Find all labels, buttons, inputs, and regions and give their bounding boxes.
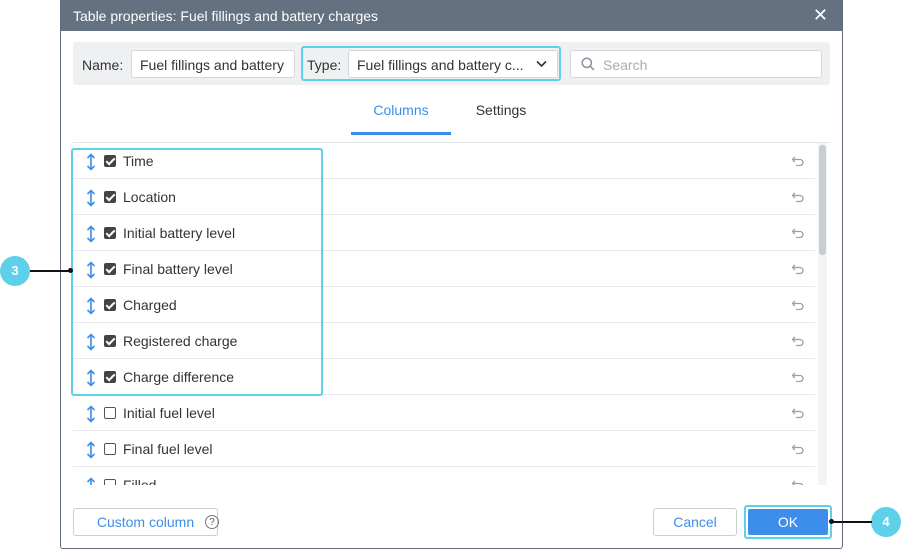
column-checkbox[interactable] [104,263,116,275]
name-label: Name: [82,57,124,73]
reset-icon[interactable] [791,155,805,167]
list-scrollbar[interactable] [818,143,827,485]
column-checkbox[interactable] [104,299,116,311]
reset-icon[interactable] [791,191,805,203]
drag-handle-icon[interactable] [86,261,96,279]
callout-3: 3 [0,256,30,286]
tab-columns[interactable]: Columns [351,92,451,135]
column-checkbox[interactable] [104,407,116,419]
table-properties-dialog: Table properties: Fuel fillings and batt… [60,0,843,549]
drag-handle-icon[interactable] [86,153,96,171]
tab-bar: Columns Settings [61,92,842,143]
column-row[interactable]: Initial fuel level [73,395,815,431]
column-row[interactable]: Registered charge [73,323,815,359]
callout-4: 4 [871,507,901,537]
column-label: Initial battery level [123,225,236,241]
column-checkbox[interactable] [104,479,116,485]
dialog-titlebar: Table properties: Fuel fillings and batt… [61,0,842,31]
cancel-button[interactable]: Cancel [653,508,737,536]
drag-handle-icon[interactable] [86,405,96,423]
column-label: Final battery level [123,261,233,277]
reset-icon[interactable] [791,263,805,275]
column-label: Charge difference [123,369,235,385]
column-label: Location [123,189,176,205]
tab-settings[interactable]: Settings [451,92,551,132]
column-checkbox[interactable] [104,443,116,455]
reset-icon[interactable] [791,407,805,419]
search-field[interactable] [570,50,822,78]
search-input[interactable] [601,55,815,75]
name-field[interactable]: Fuel fillings and battery [131,50,295,78]
column-row[interactable]: Final fuel level [73,431,815,467]
close-icon[interactable]: ✕ [813,6,828,24]
drag-handle-icon[interactable] [86,189,96,207]
reset-icon[interactable] [791,371,805,383]
column-label: Time [123,153,154,169]
column-checkbox[interactable] [104,155,116,167]
callout-4-dot [829,519,834,524]
column-label: Registered charge [123,333,238,349]
column-row[interactable]: Location [73,179,815,215]
column-row[interactable]: Charged [73,287,815,323]
drag-handle-icon[interactable] [86,477,96,485]
type-label: Type: [307,57,342,73]
column-row[interactable]: Time [73,143,815,179]
column-label: Final fuel level [123,441,213,457]
column-checkbox[interactable] [104,335,116,347]
callout-3-connector [30,270,70,272]
callout-3-dot [68,268,73,273]
columns-list: Time Location Initial battery level Final b… [73,143,815,485]
column-row[interactable]: Filled [73,467,815,485]
reset-icon[interactable] [791,335,805,347]
drag-handle-icon[interactable] [86,297,96,315]
column-label: Charged [123,297,177,313]
column-checkbox[interactable] [104,371,116,383]
ok-highlight: OK [744,505,832,539]
callout-4-connector [832,521,872,523]
ok-button[interactable]: OK [748,509,828,535]
type-select[interactable]: Fuel fillings and battery c... [348,50,558,78]
reset-icon[interactable] [791,227,805,239]
column-row[interactable]: Initial battery level [73,215,815,251]
drag-handle-icon[interactable] [86,225,96,243]
column-label: Initial fuel level [123,405,215,421]
properties-toolbar: Name: Fuel fillings and battery Type: Fu… [73,42,830,85]
help-icon[interactable]: ? [205,515,219,529]
drag-handle-icon[interactable] [86,333,96,351]
column-checkbox[interactable] [104,227,116,239]
reset-icon[interactable] [791,479,805,485]
column-row[interactable]: Charge difference [73,359,815,395]
column-checkbox[interactable] [104,191,116,203]
dialog-title: Table properties: Fuel fillings and batt… [73,8,379,24]
column-row[interactable]: Final battery level [73,251,815,287]
reset-icon[interactable] [791,299,805,311]
type-select-value: Fuel fillings and battery c... [357,57,524,73]
drag-handle-icon[interactable] [86,369,96,387]
reset-icon[interactable] [791,443,805,455]
custom-column-button[interactable]: Custom column [73,508,218,536]
scrollbar-thumb[interactable] [819,145,826,255]
dialog-footer: Custom column ? Cancel OK [61,500,842,545]
drag-handle-icon[interactable] [86,441,96,459]
chevron-down-icon [536,60,547,68]
column-label: Filled [123,477,157,485]
search-icon [581,57,595,71]
